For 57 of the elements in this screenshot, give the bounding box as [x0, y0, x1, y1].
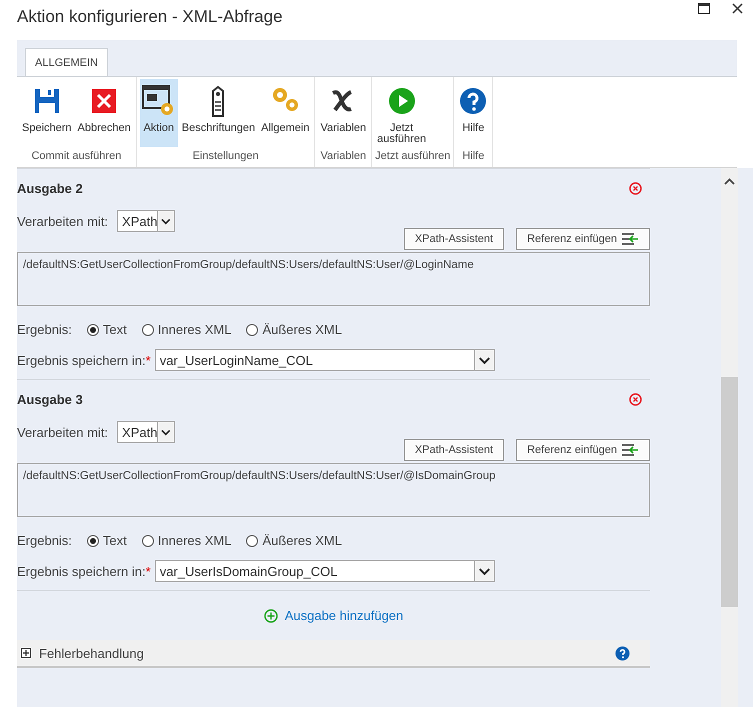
result-radio[interactable]: Äußeres XML	[246, 322, 342, 337]
expression-field[interactable]: /defaultNS:GetUserCollectionFromGroup/defaultNS:Users/defaultNS:User/@IsDomainGroup	[17, 463, 650, 517]
save-icon	[32, 87, 61, 115]
field-label: Ergebnis:	[17, 533, 72, 548]
close-icon[interactable]	[732, 2, 743, 14]
remove-icon[interactable]	[629, 182, 642, 195]
insert-reference-button[interactable]: Referenz einfügen	[516, 228, 650, 250]
result-radio[interactable]: Inneres XML	[142, 533, 232, 548]
field-label: Ergebnis:	[17, 322, 72, 337]
add-icon	[264, 608, 278, 622]
help-icon[interactable]	[615, 646, 630, 660]
field-label: Ergebnis speichern in:*	[17, 564, 151, 578]
scrollbar[interactable]	[721, 168, 738, 707]
ribbon-tab[interactable]: ALLGEMEIN	[25, 48, 108, 77]
ribbon-button[interactable]: Variablen	[318, 79, 368, 147]
process-select[interactable]: XPath	[117, 421, 176, 443]
insert-reference-button[interactable]: Referenz einfügen	[516, 439, 650, 461]
field-label: Verarbeiten mit:	[17, 424, 108, 440]
group-label: Jetzt ausführen	[375, 149, 450, 164]
ribbon-button[interactable]: Beschriftungen	[180, 79, 258, 147]
ribbon-button[interactable]: Speichern	[20, 79, 74, 147]
maximize-icon[interactable]	[698, 2, 710, 14]
group-label: Commit ausführen	[30, 149, 122, 164]
result-radio[interactable]: Text	[86, 533, 127, 548]
field-label: Verarbeiten mit:	[17, 214, 108, 228]
variable-select[interactable]: var_UserIsDomainGroup_COL	[154, 560, 495, 582]
group-label: Hilfe	[461, 149, 486, 164]
add-output-link[interactable]: Ausgabe hinzufügen	[264, 608, 404, 623]
expand-toggle[interactable]	[21, 648, 31, 658]
window-gear-icon	[142, 84, 176, 118]
remove-icon[interactable]	[629, 393, 642, 406]
window-title: Aktion konfigurieren - XML-Abfrage	[17, 7, 284, 27]
help-icon	[459, 87, 488, 115]
field-label: Ergebnis speichern in:*	[17, 352, 151, 368]
section-title: Ausgabe 3	[17, 392, 83, 407]
result-radio[interactable]: Äußeres XML	[246, 533, 342, 548]
insert-icon	[621, 233, 639, 245]
close-icon	[90, 87, 118, 115]
section-title: Ausgabe 2	[17, 181, 83, 196]
group-label: Variablen	[319, 149, 368, 164]
ribbon-button[interactable]: Hilfe	[457, 79, 490, 147]
scroll-up-icon[interactable]	[724, 178, 735, 185]
xpath-assistant-button[interactable]: XPath-Assistent	[404, 439, 504, 461]
ribbon-button[interactable]: Abbrechen	[76, 79, 133, 147]
result-radio[interactable]: Inneres XML	[142, 322, 232, 337]
process-select[interactable]: XPath	[117, 210, 176, 232]
variable-select[interactable]: var_UserLoginName_COL	[154, 349, 495, 371]
group-label: Einstellungen	[192, 149, 260, 164]
section-label: Fehlerbehandlung	[39, 646, 145, 660]
ribbon-button[interactable]: Allgemein	[259, 79, 312, 147]
insert-icon	[621, 444, 639, 456]
result-radio[interactable]: Text	[86, 322, 127, 337]
ribbon-button[interactable]: Aktion	[140, 79, 178, 147]
play-icon	[388, 87, 416, 115]
expression-field[interactable]: /defaultNS:GetUserCollectionFromGroup/defaultNS:Users/defaultNS:User/@LoginName	[17, 252, 650, 306]
ribbon-button[interactable]: Jetzt ausführen	[375, 79, 428, 147]
xpath-assistant-button[interactable]: XPath-Assistent	[404, 228, 504, 250]
